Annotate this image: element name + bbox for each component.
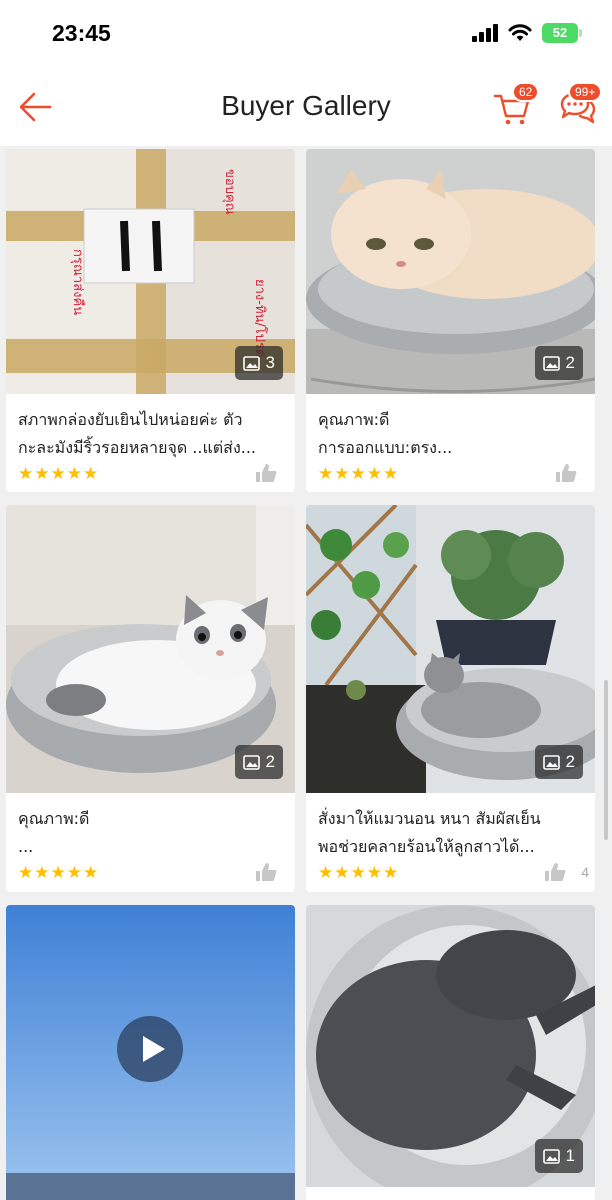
review-card[interactable]: กรุณาส่งคืน ขอบคุณ ยาง-ทิน/โปรด 3 สภาพกล… — [6, 149, 295, 492]
review-photo[interactable]: กรุณาส่งคืน ขอบคุณ ยาง-ทิน/โปรด 3 — [6, 149, 295, 394]
star-icon: ★ — [383, 863, 399, 883]
review-caption-line1: คุณภาพ:ดี — [318, 410, 390, 429]
star-icon: ★ — [83, 863, 99, 883]
wifi-icon — [508, 24, 532, 41]
star-icon: ★ — [383, 464, 399, 484]
star-rating: ★ ★ ★ ★ ★ — [18, 864, 98, 882]
star-rating: ★ ★ ★ ★ ★ — [18, 465, 98, 483]
play-button[interactable] — [117, 1016, 183, 1082]
svg-text:กรุณาส่งคืน: กรุณาส่งคืน — [70, 249, 86, 315]
review-caption-line2: กะละมังมีริ้วรอยหลายจุด ..แต่ส่ง... — [18, 438, 257, 457]
thumbs-up-icon[interactable] — [255, 862, 277, 882]
review-card[interactable]: 2 คุณภาพ:ดี การออกแบบ:ตรง... ★ ★ ★ ★ ★ — [306, 149, 595, 492]
image-icon — [542, 355, 560, 371]
like-count: 4 — [581, 864, 589, 880]
photo-count: 2 — [265, 752, 275, 771]
star-icon: ★ — [66, 464, 82, 484]
status-bar: 23:45 52 — [0, 0, 612, 68]
photo-count: 3 — [265, 353, 275, 372]
photo-count-badge: 2 — [534, 745, 583, 779]
star-icon: ★ — [318, 464, 334, 484]
play-icon — [143, 1036, 165, 1062]
thumbs-up-icon[interactable] — [555, 463, 577, 483]
review-photo[interactable]: 2 — [306, 505, 595, 793]
thumbs-up-icon[interactable] — [255, 463, 277, 483]
star-icon: ★ — [50, 464, 66, 484]
star-rating: ★ ★ ★ ★ ★ — [318, 864, 398, 882]
review-card[interactable]: 2 คุณภาพ:ดี ... ★ ★ ★ ★ ★ — [6, 505, 295, 892]
star-icon: ★ — [350, 863, 366, 883]
cart-count-badge: 62 — [512, 82, 540, 102]
chat-count-badge: 99+ — [568, 82, 603, 102]
signal-icon — [472, 24, 498, 42]
image-icon — [542, 754, 560, 770]
review-caption-line2: พอช่วยคลายร้อนให้ลูกสาวได้... — [318, 837, 535, 856]
image-icon — [542, 1148, 560, 1164]
review-card[interactable] — [6, 905, 295, 1200]
star-icon: ★ — [334, 863, 350, 883]
battery-tip — [579, 29, 582, 37]
review-photo[interactable]: 2 — [306, 149, 595, 394]
star-icon: ★ — [366, 464, 382, 484]
photo-count: 2 — [565, 353, 575, 372]
photo-count-badge: 3 — [234, 346, 283, 380]
star-icon: ★ — [334, 464, 350, 484]
review-card[interactable]: 2 สั่งมาให้แมวนอน หนา สัมผัสเย็น พอช่วยค… — [306, 505, 595, 892]
photo-count-badge: 2 — [534, 346, 583, 380]
star-icon: ★ — [350, 464, 366, 484]
star-icon: ★ — [34, 863, 50, 883]
review-video[interactable] — [6, 905, 295, 1200]
review-caption-line1: คุณภาพ:ดี — [18, 809, 90, 828]
star-rating: ★ ★ ★ ★ ★ — [318, 465, 398, 483]
photo-count-badge: 1 — [534, 1139, 583, 1173]
review-card[interactable]: 1 — [306, 905, 595, 1200]
star-icon: ★ — [366, 863, 382, 883]
review-caption-line1: สภาพกล่องยับเยินไปหน่อยค่ะ ตัว — [18, 410, 243, 429]
star-icon: ★ — [18, 464, 34, 484]
review-caption-line1: สั่งมาให้แมวนอน หนา สัมผัสเย็น — [318, 809, 541, 828]
status-time: 23:45 — [52, 20, 111, 46]
star-icon: ★ — [66, 863, 82, 883]
star-icon: ★ — [83, 464, 99, 484]
photo-count: 2 — [565, 752, 575, 771]
photo-count: 1 — [565, 1146, 575, 1165]
svg-text:ขอบคุณ: ขอบคุณ — [222, 169, 237, 215]
nav-bar: Buyer Gallery 62 99+ — [0, 68, 612, 146]
star-icon: ★ — [50, 863, 66, 883]
thumbs-up-icon[interactable] — [544, 862, 566, 882]
image-icon — [242, 754, 260, 770]
review-photo[interactable]: 1 — [306, 905, 595, 1187]
star-icon: ★ — [18, 863, 34, 883]
scrollbar[interactable] — [604, 680, 608, 840]
gallery-grid: กรุณาส่งคืน ขอบคุณ ยาง-ทิน/โปรด 3 สภาพกล… — [0, 146, 612, 1200]
review-caption-line2: การออกแบบ:ตรง... — [318, 438, 453, 457]
review-photo[interactable]: 2 — [6, 505, 295, 793]
battery-indicator: 52 — [542, 23, 578, 43]
photo-count-badge: 2 — [234, 745, 283, 779]
review-caption-line2: ... — [18, 837, 34, 856]
star-icon: ★ — [318, 863, 334, 883]
star-icon: ★ — [34, 464, 50, 484]
image-icon — [242, 355, 260, 371]
